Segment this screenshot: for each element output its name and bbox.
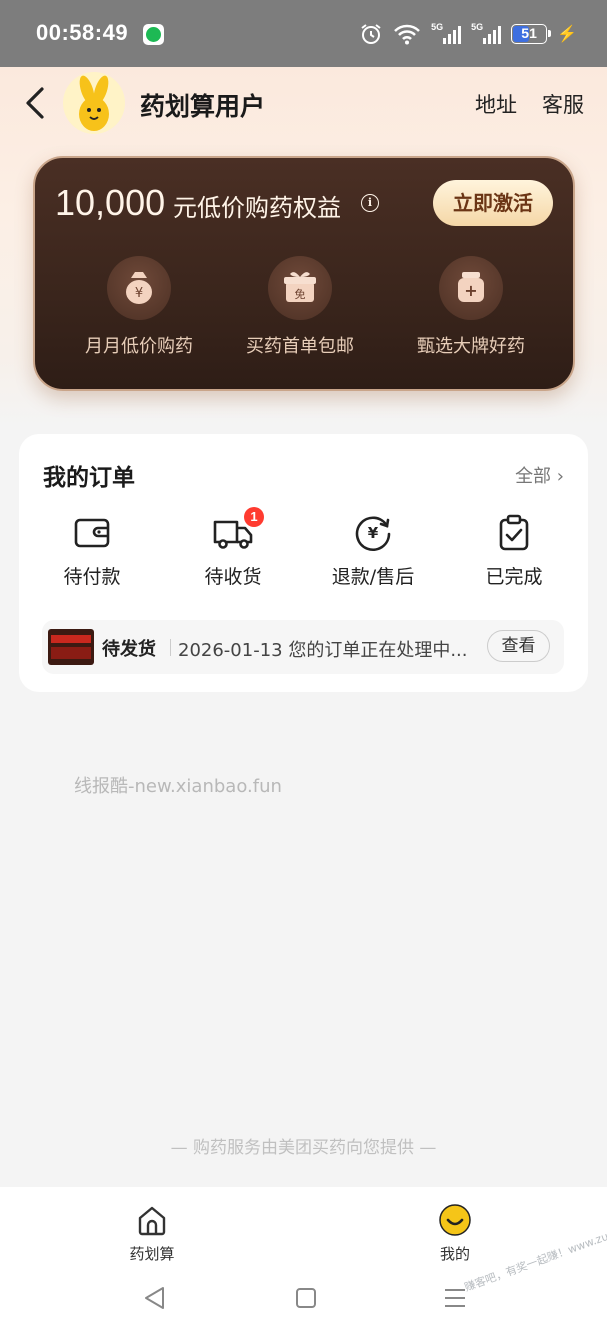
status-time: 00:58:49 — [36, 20, 129, 45]
nav-home-label: 药划算 — [129, 1245, 175, 1263]
info-icon[interactable]: i — [361, 194, 379, 212]
perk-free-shipping[interactable]: 免 买药首单包邮 — [215, 256, 385, 358]
home-icon — [138, 1206, 166, 1236]
clipboard-check-icon — [499, 514, 529, 551]
perk-label: 月月低价购药 — [85, 336, 193, 357]
benefit-text: 元低价购药权益 — [173, 194, 341, 222]
money-bag-icon: ¥ — [107, 256, 171, 320]
alarm-icon — [361, 24, 381, 44]
all-orders-link[interactable]: 全部 › — [515, 462, 564, 488]
back-arrow-icon[interactable] — [20, 84, 54, 122]
tab-label: 已完成 — [485, 566, 543, 588]
smiley-icon — [439, 1204, 471, 1236]
divider — [170, 639, 171, 656]
perk-brand-medicine[interactable]: + 甄选大牌好药 — [386, 256, 556, 358]
battery-icon: 51 — [511, 24, 552, 44]
order-description: 2026-01-13 您的订单正在处理中... — [178, 640, 468, 661]
mascot-icon — [79, 75, 109, 131]
tab-label: 退款/售后 — [331, 566, 415, 588]
view-order-button[interactable]: 查看 — [487, 630, 550, 662]
medicine-jar-icon: + — [439, 256, 503, 320]
perk-2-glyph: 免 — [295, 287, 306, 301]
latest-order-row[interactable]: 待发货 2026-01-13 您的订单正在处理中... 查看 — [42, 620, 564, 674]
address-link[interactable]: 地址 — [475, 89, 517, 119]
nav-home[interactable]: 药划算 — [112, 1203, 192, 1264]
nav-mine-label: 我的 — [439, 1245, 470, 1263]
notification-badge: 1 — [244, 507, 264, 527]
perk-3-glyph: + — [464, 281, 477, 300]
wallet-icon — [74, 518, 110, 548]
footer-note: — 购药服务由美团买药向您提供 — — [170, 1138, 437, 1158]
system-home-icon[interactable] — [296, 1288, 316, 1308]
perk-monthly-low-price[interactable]: ¥ 月月低价购药 — [54, 256, 224, 358]
page-title: 药划算用户 — [140, 92, 266, 121]
signal-2-icon: 5G — [471, 22, 502, 46]
orders-card: 我的订单 全部 › 待付款 1 待收货 ¥ 退款/售后 已完成 待发货 2026… — [19, 434, 588, 692]
charging-icon: ⚡ — [557, 26, 577, 43]
wifi-icon — [394, 24, 420, 45]
refund-icon: ¥ — [355, 516, 391, 551]
perk-label: 甄选大牌好药 — [417, 336, 525, 357]
network-type-2: 5G — [471, 22, 484, 32]
gift-box-icon: 免 — [268, 256, 332, 320]
perk-1-glyph: ¥ — [135, 286, 143, 301]
network-type-1: 5G — [431, 22, 444, 32]
tab-label: 待付款 — [63, 566, 121, 588]
order-status: 待发货 — [102, 639, 156, 660]
music-app-icon — [143, 24, 164, 45]
tab-refund-aftersale[interactable]: ¥ 退款/售后 — [308, 512, 438, 589]
customer-service-link[interactable]: 客服 — [542, 89, 584, 119]
tab-pending-payment[interactable]: 待付款 — [27, 512, 157, 589]
all-orders-label: 全部 — [515, 466, 552, 487]
avatar[interactable] — [63, 72, 125, 134]
status-bar: 00:58:49 5G 5G 51 ⚡ — [0, 0, 607, 67]
perk-label: 买药首单包邮 — [246, 336, 354, 357]
product-thumbnail — [48, 629, 94, 665]
nav-mine[interactable]: 我的 — [415, 1203, 495, 1264]
svg-text:¥: ¥ — [368, 524, 379, 542]
activate-button[interactable]: 立即激活 — [433, 180, 553, 226]
tab-label: 待收货 — [204, 566, 262, 588]
tab-completed[interactable]: 已完成 — [449, 512, 579, 589]
benefit-amount: 10,000 — [55, 182, 166, 223]
tab-pending-delivery[interactable]: 1 待收货 — [168, 507, 298, 589]
battery-level: 51 — [521, 25, 537, 41]
chevron-right-icon: › — [556, 466, 564, 487]
orders-title: 我的订单 — [43, 465, 135, 491]
system-nav-bar — [145, 1287, 465, 1309]
benefit-card[interactable]: 10,000 元低价购药权益 i 立即激活 ¥ 月月低价购药 免 买药首单包邮 — [33, 156, 575, 391]
system-back-icon[interactable] — [145, 1287, 164, 1309]
watermark-text: 线报酷-new.xianbao.fun — [74, 776, 282, 797]
system-menu-icon[interactable] — [445, 1289, 465, 1307]
signal-1-icon: 5G — [431, 22, 462, 46]
status-icons: 5G 5G 51 ⚡ — [359, 20, 577, 48]
